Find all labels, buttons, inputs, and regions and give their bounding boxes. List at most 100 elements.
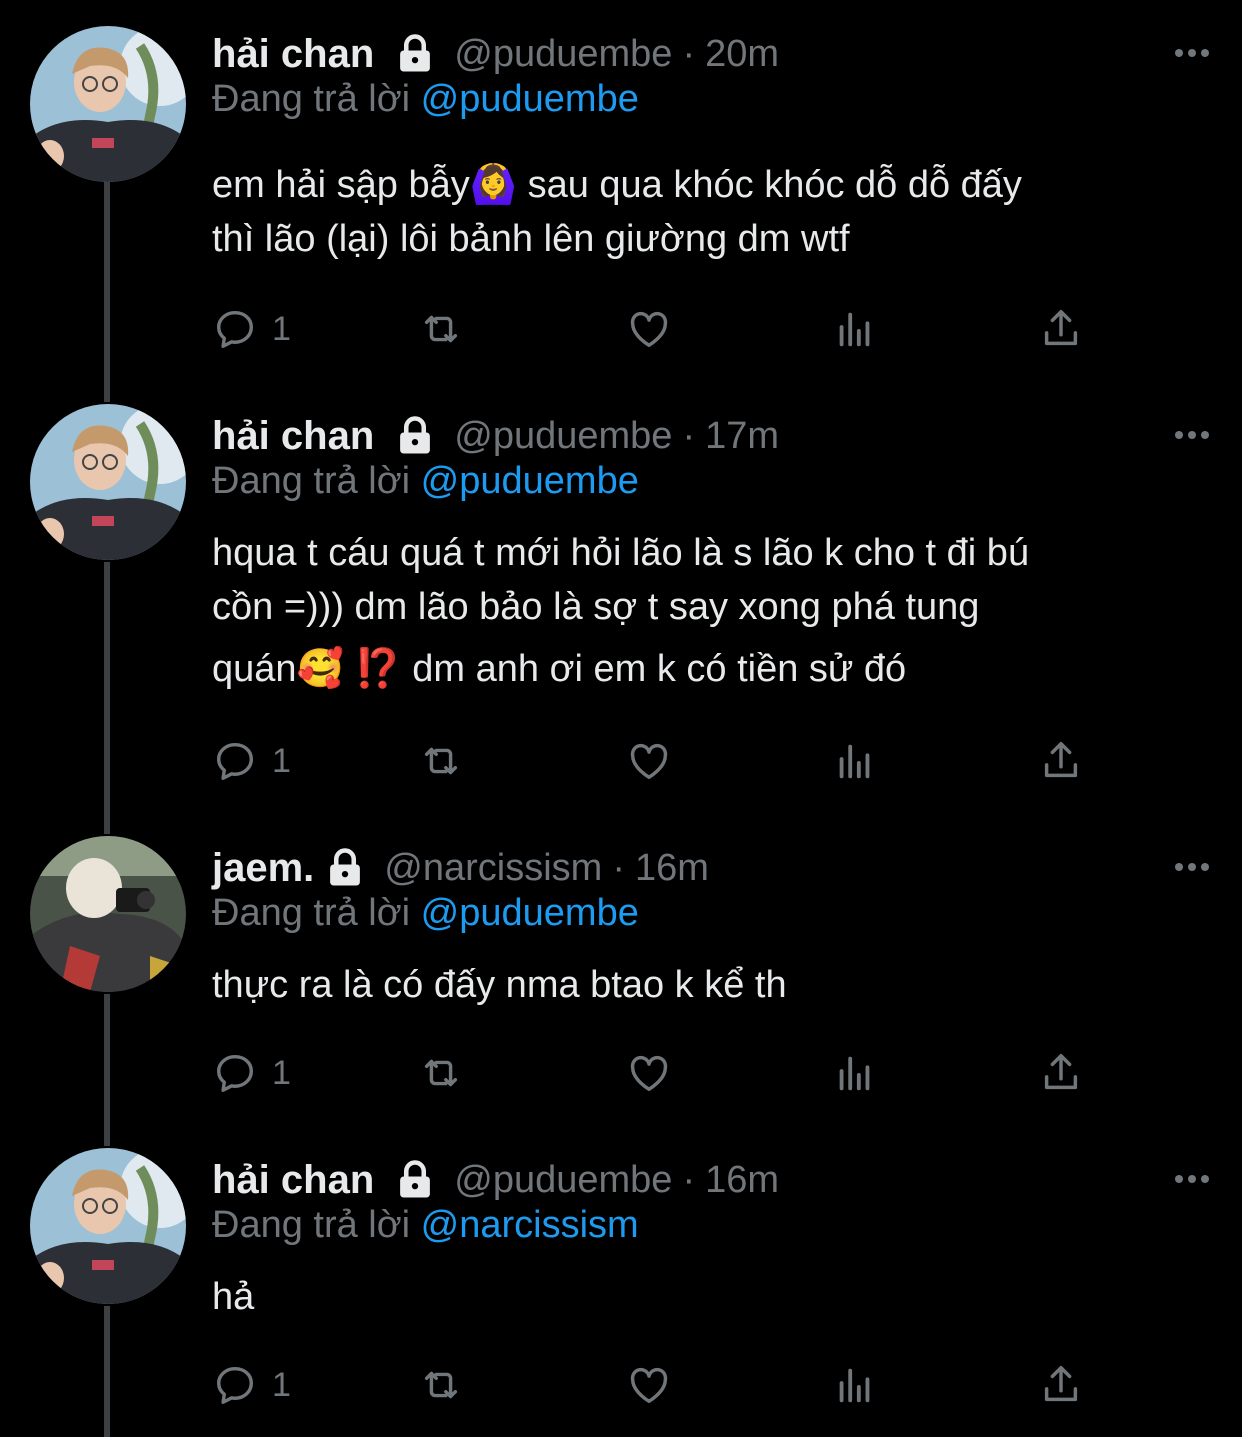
- views-icon: [839, 1368, 870, 1403]
- reply-icon: [216, 742, 254, 780]
- retweet-icon: [424, 747, 458, 775]
- views-icon: [839, 744, 870, 779]
- reply-count: 1: [272, 1365, 291, 1404]
- tweet[interactable]: hải chan @puduembe · 16m Đang trả lời @n…: [0, 1152, 1242, 1432]
- tweet-text-line: thì lão (lại) lôi bảnh lên giường dm wtf: [212, 218, 850, 260]
- tweet[interactable]: hải chan @puduembe · 20m Đang trả lời @p…: [0, 26, 1242, 386]
- views-button[interactable]: [832, 1048, 878, 1098]
- reply-context: Đang trả lời @puduembe: [212, 78, 639, 121]
- timestamp[interactable]: 16m: [635, 847, 709, 890]
- tweet-header: hải chan @puduembe · 16m: [212, 1152, 779, 1208]
- lock-icon: [400, 34, 431, 72]
- display-name[interactable]: jaem.: [212, 846, 314, 891]
- action-bar: 1: [212, 1048, 1112, 1098]
- tweet-text-line: thực ra là có đấy nma btao k kể th: [212, 964, 787, 1006]
- handle[interactable]: @narcissism: [384, 847, 602, 890]
- reply-count: 1: [272, 1053, 291, 1092]
- views-button[interactable]: [832, 304, 878, 354]
- reply-icon: [216, 1054, 254, 1092]
- tweet-header: jaem. @narcissism · 16m: [212, 840, 709, 896]
- handle[interactable]: @puduembe: [454, 1159, 672, 1202]
- handle[interactable]: @puduembe: [454, 415, 672, 458]
- share-button[interactable]: [1038, 304, 1084, 354]
- share-icon: [1044, 310, 1078, 346]
- tweet-text-line: quán🥰 ⁉️ dm anh ơi em k có tiền sử đó: [212, 648, 907, 690]
- reply-context: Đang trả lời @puduembe: [212, 892, 639, 935]
- reply-icon: [216, 310, 254, 348]
- like-icon: [630, 1055, 668, 1092]
- like-icon: [630, 1367, 668, 1404]
- tweet-text: hả: [212, 1270, 1202, 1324]
- share-icon: [1044, 1054, 1078, 1090]
- share-button[interactable]: [1038, 1048, 1084, 1098]
- like-button[interactable]: [626, 1360, 672, 1410]
- avatar[interactable]: [30, 26, 186, 182]
- retweet-icon: [424, 315, 458, 343]
- share-icon: [1044, 1366, 1078, 1402]
- display-name[interactable]: hải chan: [212, 414, 374, 459]
- views-button[interactable]: [832, 736, 878, 786]
- separator-dot: ·: [612, 846, 625, 889]
- separator-dot: ·: [682, 32, 696, 75]
- tweet-header: hải chan @puduembe · 20m: [212, 26, 779, 82]
- retweet-button[interactable]: [418, 736, 464, 786]
- timestamp[interactable]: 16m: [705, 1159, 779, 1202]
- tweet-header: hải chan @puduembe · 17m: [212, 408, 779, 464]
- avatar[interactable]: [30, 836, 186, 992]
- tweet-text-line: em hải sập bẫy🙆‍♀️ sau qua khóc khóc dỗ …: [212, 164, 1022, 206]
- more-icon[interactable]: [1172, 1164, 1212, 1194]
- reply-mention[interactable]: @puduembe: [421, 78, 639, 120]
- timestamp[interactable]: 20m: [705, 33, 779, 76]
- reply-prefix: Đang trả lời: [212, 460, 411, 502]
- retweet-icon: [424, 1059, 458, 1087]
- separator-dot: ·: [682, 414, 696, 457]
- like-button[interactable]: [626, 1048, 672, 1098]
- tweet[interactable]: jaem. @narcissism · 16m Đang trả lời @pu…: [0, 836, 1242, 1120]
- like-button[interactable]: [626, 736, 672, 786]
- reply-button[interactable]: 1: [212, 304, 291, 354]
- tweet-text-line: cồn =))) dm lão bảo là sợ t say xong phá…: [212, 586, 980, 628]
- retweet-button[interactable]: [418, 304, 464, 354]
- reply-prefix: Đang trả lời: [212, 1204, 411, 1246]
- views-icon: [839, 312, 870, 347]
- avatar[interactable]: [30, 404, 186, 560]
- more-icon[interactable]: [1172, 38, 1212, 68]
- reply-count: 1: [272, 309, 291, 348]
- share-icon: [1044, 742, 1078, 778]
- reply-button[interactable]: 1: [212, 736, 291, 786]
- views-icon: [839, 1056, 870, 1091]
- more-icon[interactable]: [1172, 420, 1212, 450]
- separator-dot: ·: [682, 1158, 696, 1201]
- handle[interactable]: @puduembe: [454, 33, 672, 76]
- like-icon: [630, 743, 668, 780]
- like-button[interactable]: [626, 304, 672, 354]
- share-button[interactable]: [1038, 736, 1084, 786]
- reply-count: 1: [272, 741, 291, 780]
- tweet-text: em hải sập bẫy🙆‍♀️ sau qua khóc khóc dỗ …: [212, 158, 1202, 266]
- like-icon: [630, 311, 668, 348]
- retweet-button[interactable]: [418, 1048, 464, 1098]
- tweet-text: hqua t cáu quá t mới hỏi lão là s lão k …: [212, 526, 1202, 696]
- retweet-icon: [424, 1371, 458, 1399]
- tweet[interactable]: hải chan @puduembe · 17m Đang trả lời @p…: [0, 408, 1242, 808]
- reply-button[interactable]: 1: [212, 1360, 291, 1410]
- display-name[interactable]: hải chan: [212, 32, 374, 77]
- timestamp[interactable]: 17m: [705, 415, 779, 458]
- lock-icon: [330, 848, 361, 886]
- reply-mention[interactable]: @narcissism: [421, 1204, 639, 1246]
- reply-mention[interactable]: @puduembe: [421, 892, 639, 934]
- reply-mention[interactable]: @puduembe: [421, 460, 639, 502]
- reply-icon: [216, 1366, 254, 1404]
- display-name[interactable]: hải chan: [212, 1158, 374, 1203]
- tweet-text-line: hqua t cáu quá t mới hỏi lão là s lão k …: [212, 532, 1030, 574]
- avatar[interactable]: [30, 1148, 186, 1304]
- share-button[interactable]: [1038, 1360, 1084, 1410]
- views-button[interactable]: [832, 1360, 878, 1410]
- tweet-text-line: hả: [212, 1276, 255, 1318]
- reply-button[interactable]: 1: [212, 1048, 291, 1098]
- retweet-button[interactable]: [418, 1360, 464, 1410]
- action-bar: 1: [212, 304, 1112, 354]
- tweet-text: thực ra là có đấy nma btao k kể th: [212, 958, 1202, 1012]
- reply-context: Đang trả lời @puduembe: [212, 460, 639, 503]
- more-icon[interactable]: [1172, 852, 1212, 882]
